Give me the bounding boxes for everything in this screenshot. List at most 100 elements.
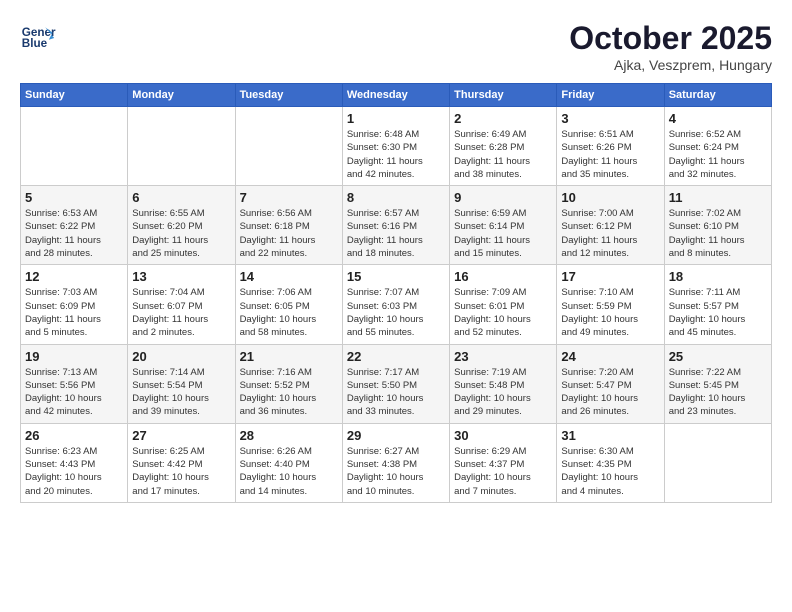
- day-info: Sunrise: 7:17 AM Sunset: 5:50 PM Dayligh…: [347, 366, 445, 419]
- day-number: 1: [347, 111, 445, 126]
- calendar-cell: 3Sunrise: 6:51 AM Sunset: 6:26 PM Daylig…: [557, 107, 664, 186]
- calendar-cell: 25 Sunrise: 7:22 AM Sunset: 5:45 PM Dayli…: [664, 344, 771, 423]
- calendar-cell: 23Sunrise: 7:19 AM Sunset: 5:48 PM Dayli…: [450, 344, 557, 423]
- day-info: Sunrise: 6:27 AM Sunset: 4:38 PM Dayligh…: [347, 445, 445, 498]
- day-number: 24: [561, 349, 659, 364]
- calendar-cell: 16Sunrise: 7:09 AM Sunset: 6:01 PM Dayli…: [450, 265, 557, 344]
- day-number: 21: [240, 349, 338, 364]
- day-info: Sunrise: 6:55 AM Sunset: 6:20 PM Dayligh…: [132, 207, 230, 260]
- day-info: Sunrise: 7:16 AM Sunset: 5:52 PM Dayligh…: [240, 366, 338, 419]
- calendar-cell: 8 Sunrise: 6:57 AM Sunset: 6:16 PM Daylig…: [342, 186, 449, 265]
- day-number: 10: [561, 190, 659, 205]
- day-number: 7: [240, 190, 338, 205]
- calendar-cell: 22 Sunrise: 7:17 AM Sunset: 5:50 PM Dayli…: [342, 344, 449, 423]
- calendar-cell: 21 Sunrise: 7:16 AM Sunset: 5:52 PM Dayli…: [235, 344, 342, 423]
- title-block: October 2025 Ajka, Veszprem, Hungary: [569, 20, 772, 73]
- calendar-week-row: 26 Sunrise: 6:23 AM Sunset: 4:43 PM Dayli…: [21, 423, 772, 502]
- weekday-header: Monday: [128, 84, 235, 107]
- calendar-cell: 28 Sunrise: 6:26 AM Sunset: 4:40 PM Dayli…: [235, 423, 342, 502]
- day-info: Sunrise: 7:14 AM Sunset: 5:54 PM Dayligh…: [132, 366, 230, 419]
- day-number: 19: [25, 349, 123, 364]
- day-number: 18: [669, 269, 767, 284]
- calendar-cell: 19Sunrise: 7:13 AM Sunset: 5:56 PM Dayli…: [21, 344, 128, 423]
- weekday-header: Friday: [557, 84, 664, 107]
- day-info: Sunrise: 7:03 AM Sunset: 6:09 PM Dayligh…: [25, 286, 123, 339]
- logo-icon: General Blue: [20, 20, 56, 56]
- day-number: 22: [347, 349, 445, 364]
- calendar-cell: 9 Sunrise: 6:59 AM Sunset: 6:14 PM Daylig…: [450, 186, 557, 265]
- day-info: Sunrise: 7:22 AM Sunset: 5:45 PM Dayligh…: [669, 366, 767, 419]
- calendar-cell: 24 Sunrise: 7:20 AM Sunset: 5:47 PM Dayli…: [557, 344, 664, 423]
- weekday-header: Wednesday: [342, 84, 449, 107]
- calendar-cell: 17 Sunrise: 7:10 AM Sunset: 5:59 PM Dayli…: [557, 265, 664, 344]
- weekday-header: Tuesday: [235, 84, 342, 107]
- location: Ajka, Veszprem, Hungary: [569, 57, 772, 73]
- day-info: Sunrise: 7:11 AM Sunset: 5:57 PM Dayligh…: [669, 286, 767, 339]
- calendar-cell: 13 Sunrise: 7:04 AM Sunset: 6:07 PM Dayli…: [128, 265, 235, 344]
- day-info: Sunrise: 6:59 AM Sunset: 6:14 PM Dayligh…: [454, 207, 552, 260]
- day-number: 28: [240, 428, 338, 443]
- calendar-cell: 5 Sunrise: 6:53 AM Sunset: 6:22 PM Daylig…: [21, 186, 128, 265]
- day-info: Sunrise: 6:53 AM Sunset: 6:22 PM Dayligh…: [25, 207, 123, 260]
- calendar-cell: 29 Sunrise: 6:27 AM Sunset: 4:38 PM Dayli…: [342, 423, 449, 502]
- day-info: Sunrise: 6:48 AM Sunset: 6:30 PM Dayligh…: [347, 128, 445, 181]
- day-number: 20: [132, 349, 230, 364]
- calendar-cell: 12 Sunrise: 7:03 AM Sunset: 6:09 PM Dayli…: [21, 265, 128, 344]
- calendar-cell: [664, 423, 771, 502]
- day-info: Sunrise: 7:07 AM Sunset: 6:03 PM Dayligh…: [347, 286, 445, 339]
- weekday-header: Saturday: [664, 84, 771, 107]
- day-info: Sunrise: 6:23 AM Sunset: 4:43 PM Dayligh…: [25, 445, 123, 498]
- day-info: Sunrise: 6:56 AM Sunset: 6:18 PM Dayligh…: [240, 207, 338, 260]
- day-number: 27: [132, 428, 230, 443]
- calendar-cell: 15 Sunrise: 7:07 AM Sunset: 6:03 PM Dayli…: [342, 265, 449, 344]
- day-number: 2: [454, 111, 552, 126]
- day-number: 17: [561, 269, 659, 284]
- calendar-cell: 26 Sunrise: 6:23 AM Sunset: 4:43 PM Dayli…: [21, 423, 128, 502]
- calendar-week-row: 12 Sunrise: 7:03 AM Sunset: 6:09 PM Dayli…: [21, 265, 772, 344]
- calendar-week-row: 5 Sunrise: 6:53 AM Sunset: 6:22 PM Daylig…: [21, 186, 772, 265]
- day-number: 25: [669, 349, 767, 364]
- day-number: 12: [25, 269, 123, 284]
- calendar-week-row: 19Sunrise: 7:13 AM Sunset: 5:56 PM Dayli…: [21, 344, 772, 423]
- day-number: 5: [25, 190, 123, 205]
- calendar-cell: 11 Sunrise: 7:02 AM Sunset: 6:10 PM Dayli…: [664, 186, 771, 265]
- day-info: Sunrise: 7:09 AM Sunset: 6:01 PM Dayligh…: [454, 286, 552, 339]
- day-number: 29: [347, 428, 445, 443]
- logo: General Blue: [20, 20, 56, 56]
- calendar-cell: 20 Sunrise: 7:14 AM Sunset: 5:54 PM Dayli…: [128, 344, 235, 423]
- calendar-cell: [128, 107, 235, 186]
- calendar-cell: 7 Sunrise: 6:56 AM Sunset: 6:18 PM Daylig…: [235, 186, 342, 265]
- calendar-cell: 10Sunrise: 7:00 AM Sunset: 6:12 PM Dayli…: [557, 186, 664, 265]
- calendar-cell: 4 Sunrise: 6:52 AM Sunset: 6:24 PM Daylig…: [664, 107, 771, 186]
- weekday-header-row: SundayMondayTuesdayWednesdayThursdayFrid…: [21, 84, 772, 107]
- day-number: 23: [454, 349, 552, 364]
- day-info: Sunrise: 6:30 AM Sunset: 4:35 PM Dayligh…: [561, 445, 659, 498]
- calendar-cell: 31 Sunrise: 6:30 AM Sunset: 4:35 PM Dayli…: [557, 423, 664, 502]
- calendar-cell: 2Sunrise: 6:49 AM Sunset: 6:28 PM Daylig…: [450, 107, 557, 186]
- calendar-cell: [235, 107, 342, 186]
- day-number: 26: [25, 428, 123, 443]
- day-info: Sunrise: 6:26 AM Sunset: 4:40 PM Dayligh…: [240, 445, 338, 498]
- calendar-cell: 27Sunrise: 6:25 AM Sunset: 4:42 PM Dayli…: [128, 423, 235, 502]
- day-number: 3: [561, 111, 659, 126]
- day-info: Sunrise: 7:02 AM Sunset: 6:10 PM Dayligh…: [669, 207, 767, 260]
- day-info: Sunrise: 7:10 AM Sunset: 5:59 PM Dayligh…: [561, 286, 659, 339]
- day-number: 8: [347, 190, 445, 205]
- day-number: 30: [454, 428, 552, 443]
- day-info: Sunrise: 7:04 AM Sunset: 6:07 PM Dayligh…: [132, 286, 230, 339]
- day-info: Sunrise: 6:57 AM Sunset: 6:16 PM Dayligh…: [347, 207, 445, 260]
- svg-text:Blue: Blue: [22, 37, 48, 50]
- day-number: 13: [132, 269, 230, 284]
- day-info: Sunrise: 6:52 AM Sunset: 6:24 PM Dayligh…: [669, 128, 767, 181]
- day-number: 6: [132, 190, 230, 205]
- day-info: Sunrise: 7:20 AM Sunset: 5:47 PM Dayligh…: [561, 366, 659, 419]
- weekday-header: Sunday: [21, 84, 128, 107]
- day-info: Sunrise: 7:06 AM Sunset: 6:05 PM Dayligh…: [240, 286, 338, 339]
- day-number: 9: [454, 190, 552, 205]
- weekday-header: Thursday: [450, 84, 557, 107]
- day-number: 4: [669, 111, 767, 126]
- day-number: 15: [347, 269, 445, 284]
- calendar-cell: 6 Sunrise: 6:55 AM Sunset: 6:20 PM Daylig…: [128, 186, 235, 265]
- day-number: 31: [561, 428, 659, 443]
- day-number: 11: [669, 190, 767, 205]
